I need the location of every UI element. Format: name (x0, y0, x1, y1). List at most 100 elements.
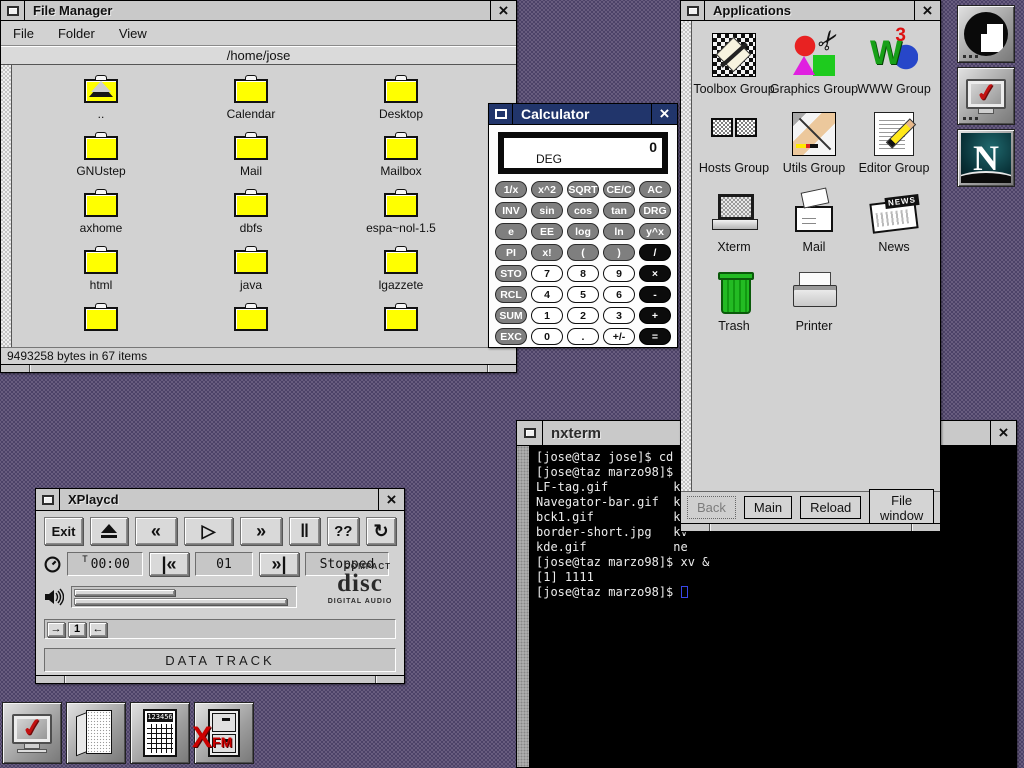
calc-button[interactable]: 6 (603, 286, 635, 303)
application-item[interactable]: Mail (774, 189, 854, 268)
window-menu-button[interactable] (36, 489, 60, 510)
calc-button[interactable]: 4 (531, 286, 563, 303)
dock-netscape-tile[interactable]: N (957, 129, 1015, 187)
close-button[interactable]: × (914, 1, 940, 20)
forward-button[interactable]: » (240, 517, 281, 545)
close-button[interactable]: × (490, 1, 516, 20)
calc-button[interactable]: 3 (603, 307, 635, 324)
dock-monitor-tile-bottom[interactable]: ✓ (2, 702, 62, 764)
calc-button[interactable]: ) (603, 244, 635, 261)
calc-button[interactable]: x! (531, 244, 563, 261)
calc-button[interactable]: 5 (567, 286, 599, 303)
repeat-button[interactable]: ↻ (366, 517, 396, 545)
calc-button[interactable]: y^x (639, 223, 671, 240)
application-item[interactable]: Utils Group (774, 110, 854, 189)
eject-button[interactable] (90, 517, 128, 545)
calc-button[interactable]: = (639, 328, 671, 345)
nav-button[interactable]: File window (869, 489, 934, 527)
application-item[interactable]: WWW Group (854, 31, 934, 110)
calc-button[interactable]: DRG (639, 202, 671, 219)
close-button[interactable]: × (651, 104, 677, 124)
window-menu-button[interactable] (681, 1, 705, 20)
pause-button[interactable]: ‖ (289, 517, 321, 545)
calc-button[interactable]: +/- (603, 328, 635, 345)
calc-button[interactable]: e (495, 223, 527, 240)
volume-slider-handle[interactable] (74, 589, 175, 596)
calc-button[interactable]: 1/x (495, 181, 527, 198)
folder-item[interactable]: html (26, 250, 176, 307)
folder-item[interactable]: Desktop (326, 79, 476, 136)
calc-button[interactable]: log (567, 223, 599, 240)
vertical-scrollbar[interactable] (1, 65, 12, 347)
skip-start-button[interactable]: |« (149, 552, 189, 576)
application-item[interactable]: Trash (694, 268, 774, 347)
dock-monitor-tile[interactable]: ✓ (957, 67, 1015, 125)
application-item[interactable]: Printer (774, 268, 854, 347)
calc-button[interactable]: PI (495, 244, 527, 261)
track-nav-button[interactable]: 1 (68, 622, 86, 637)
folder-item[interactable]: espa~nol-1.5 (326, 193, 476, 250)
track-nav-button[interactable]: ← (89, 622, 107, 637)
folder-item[interactable]: GNUstep (26, 136, 176, 193)
calc-button[interactable]: 8 (567, 265, 599, 282)
application-item[interactable]: Hosts Group (694, 110, 774, 189)
folder-item[interactable]: java (176, 250, 326, 307)
calc-button[interactable]: . (567, 328, 599, 345)
calc-button[interactable]: sin (531, 202, 563, 219)
application-item[interactable]: News (854, 189, 934, 268)
calc-button[interactable]: - (639, 286, 671, 303)
calc-button[interactable]: 9 (603, 265, 635, 282)
calc-button[interactable]: AC (639, 181, 671, 198)
calc-button[interactable]: INV (495, 202, 527, 219)
folder-item[interactable] (176, 307, 326, 347)
resize-bar[interactable] (36, 675, 404, 683)
calc-button[interactable]: 2 (567, 307, 599, 324)
window-menu-button[interactable] (489, 104, 513, 124)
calc-button[interactable]: RCL (495, 286, 527, 303)
calc-button[interactable]: / (639, 244, 671, 261)
calculator-titlebar[interactable]: Calculator × (489, 104, 677, 125)
menu-item[interactable]: View (119, 26, 147, 41)
calc-button[interactable]: ln (603, 223, 635, 240)
nav-button[interactable]: Main (744, 496, 792, 519)
volume-slider[interactable] (71, 586, 297, 608)
folder-item[interactable]: Mailbox (326, 136, 476, 193)
close-button[interactable]: × (990, 421, 1016, 445)
resize-bar[interactable] (681, 523, 940, 531)
folder-item[interactable]: lgazzete (326, 250, 476, 307)
application-item[interactable]: Editor Group (854, 110, 934, 189)
calc-button[interactable]: STO (495, 265, 527, 282)
calc-button[interactable]: + (639, 307, 671, 324)
folder-item[interactable]: axhome (26, 193, 176, 250)
calc-button[interactable]: 7 (531, 265, 563, 282)
calc-button[interactable]: 0 (531, 328, 563, 345)
applications-titlebar[interactable]: Applications × (681, 1, 940, 21)
nav-button[interactable]: Back (687, 496, 736, 519)
calc-button[interactable]: SUM (495, 307, 527, 324)
dock-calculator-tile[interactable]: 123456 (130, 702, 190, 764)
calc-button[interactable]: CE/C (603, 181, 635, 198)
folder-item[interactable]: Mail (176, 136, 326, 193)
shuffle-button[interactable]: ?? (327, 517, 359, 545)
calc-button[interactable]: × (639, 265, 671, 282)
nav-button[interactable]: Reload (800, 496, 861, 519)
folder-item[interactable] (26, 307, 176, 347)
folder-item[interactable] (326, 307, 476, 347)
dock-xfm-tile[interactable]: XFM (194, 702, 254, 764)
rewind-button[interactable]: « (135, 517, 176, 545)
menu-item[interactable]: Folder (58, 26, 95, 41)
calc-button[interactable]: 1 (531, 307, 563, 324)
skip-end-button[interactable]: »| (259, 552, 299, 576)
application-item[interactable]: Toolbox Group (694, 31, 774, 110)
calc-button[interactable]: ( (567, 244, 599, 261)
calc-button[interactable]: tan (603, 202, 635, 219)
folder-item[interactable]: .. (26, 79, 176, 136)
exit-button[interactable]: Exit (44, 517, 83, 545)
vertical-scrollbar[interactable] (681, 21, 692, 491)
xplaycd-titlebar[interactable]: XPlaycd × (36, 489, 404, 511)
folder-item[interactable]: dbfs (176, 193, 326, 250)
application-item[interactable]: Xterm (694, 189, 774, 268)
play-button[interactable]: ▷ (184, 517, 234, 545)
calc-button[interactable]: x^2 (531, 181, 563, 198)
calc-button[interactable]: EXC (495, 328, 527, 345)
